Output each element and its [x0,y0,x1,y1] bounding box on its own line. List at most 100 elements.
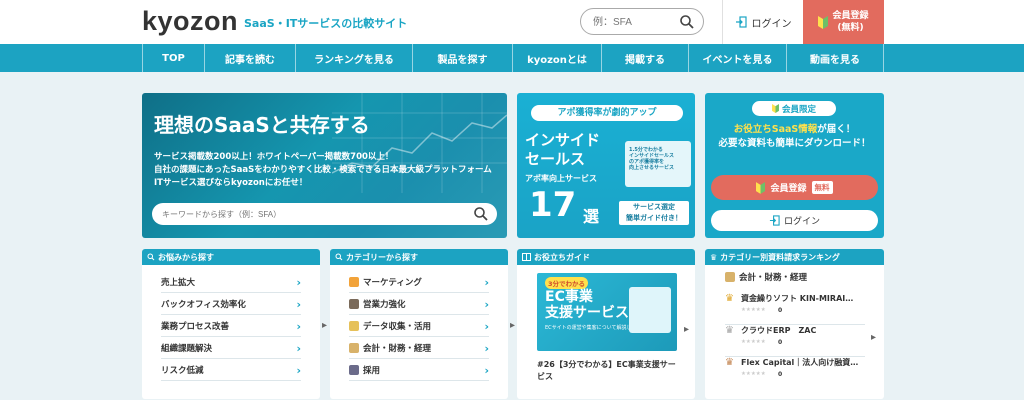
chevron-right-icon: › [484,276,489,289]
nav-item-products[interactable]: 製品を探す [413,44,513,72]
banner-main-line-2: セールス [525,150,586,168]
category-item[interactable]: マーケティング › [349,271,489,293]
hero-search-input[interactable] [162,207,462,221]
chevron-right-icon: › [296,298,301,311]
search-icon[interactable] [473,206,489,222]
header-search-box[interactable] [580,8,704,35]
problem-item[interactable]: 組織課題解決 › [161,337,301,359]
guide-card-title: お役立ちガイド [534,252,590,262]
ranking-item-name: クラウドERP ZAC [741,326,817,335]
nav-item-events[interactable]: イベントを見る [689,44,787,72]
card-next-arrow-icon[interactable]: ▸ [684,324,689,335]
chevron-right-icon: › [296,276,301,289]
free-badge: 無料 [811,181,833,194]
guide-thumbnail[interactable]: 3分でわかる EC事業 支援サービス ECサイトの運営や集客について解説します [537,273,677,351]
ranking-item[interactable]: ♛ クラウドERP ZAC ★★★★★ 0 [725,323,865,357]
card-next-arrow-icon[interactable]: ▸ [510,320,515,331]
banner-tag-line-2: 簡単ガイド付き！ [626,214,682,222]
ranking-category[interactable]: 会計・財務・経理 [725,271,807,283]
ranking-card: ♛ カテゴリー別資料請求ランキング 会計・財務・経理 ♛ 資金繰りソフト KIN… [705,249,884,399]
nav-item-articles[interactable]: 記事を読む [205,44,296,72]
ranking-item-count: 0 [778,371,783,378]
problems-card-header: お悩みから探す [142,249,320,265]
hero-search-box[interactable] [152,203,497,225]
rating-stars-icon: ★★★★★ [741,371,766,377]
category-item[interactable]: 採用 › [349,359,489,381]
chevron-right-icon: › [484,298,489,311]
header-login-button[interactable]: ログイン [724,0,802,44]
guide-thumbnail-small: ECサイトの運営や集客について解説します [545,325,642,331]
nav-item-about[interactable]: kyozonとは [513,44,602,72]
member-line-1: お役立ちSaaS情報が届く！ [705,121,884,135]
header-register-sub: (無料) [837,23,864,33]
nav-item-ranking[interactable]: ランキングを見る [296,44,413,72]
chevron-right-icon: › [484,364,489,377]
search-icon[interactable] [679,14,695,30]
category-item-label: 採用 [363,365,381,376]
banner-tag-line-1: サービス選定 [633,203,675,211]
ranking-item[interactable]: ♛ Flex Capital｜法人向け融資… ★★★★★ 0 [725,355,865,389]
category-item[interactable]: データ収集・活用 › [349,315,489,337]
guide-article-title[interactable]: #26【3分でわかる】EC事業支援サービス [537,359,682,383]
guide-thumbnail-line-2: 支援サービス [545,305,629,321]
rating-stars-icon: ★★★★★ [741,339,766,345]
banner-number: 17 [529,185,577,225]
card-next-arrow-icon[interactable]: ▸ [871,332,876,343]
login-icon [735,16,747,28]
banner-thumbnail-line-4: 向上させるサービス [629,165,675,171]
hero-banner: 理想のSaaSと共存する サービス掲載数200以上！ホワイトペーパー掲載数700… [142,93,507,238]
banner-sub-text: アポ率向上サービス [525,174,597,183]
nav-item-videos[interactable]: 動画を見る [787,44,884,72]
problem-item-label: リスク低減 [161,365,204,376]
problems-card: お悩みから探す 売上拡大 › バックオフィス効率化 › 業務プロセス改善 › 組織課題… [142,249,320,399]
marketing-icon [349,276,359,287]
problem-item-label: バックオフィス効率化 [161,299,246,310]
card-next-arrow-icon[interactable]: ▸ [322,320,327,331]
hero-title: 理想のSaaSと共存する [154,113,370,137]
hero-line-3: ITサービス選びならkyozonにお任せ！ [154,178,308,188]
main-nav: TOP 記事を読む ランキングを見る 製品を探す kyozonとは 掲載する イ… [0,44,1024,72]
data-icon [349,320,359,331]
problem-item[interactable]: バックオフィス効率化 › [161,293,301,315]
ranking-card-title: カテゴリー別資料請求ランキング [720,252,840,262]
category-item-label: 会計・財務・経理 [363,343,432,354]
chevron-right-icon: › [484,320,489,333]
gold-crown-icon: ♛ [725,293,734,304]
category-item[interactable]: 会計・財務・経理 › [349,337,489,359]
hero-line-2: 自社の課題にあったSaaSをわかりやすく比較・検索できる日本最大級プラットフォー… [154,165,492,175]
member-promo: 会員限定 お役立ちSaaS情報が届く！ 必要な資料も簡単にダウンロード！ 会員登… [705,93,884,238]
search-icon [147,253,155,261]
categories-card-title: カテゴリーから探す [346,252,418,262]
problem-item[interactable]: リスク低減 › [161,359,301,381]
nav-item-listing[interactable]: 掲載する [602,44,689,72]
nav-item-top[interactable]: TOP [143,44,205,72]
chevron-right-icon: › [296,320,301,333]
category-item[interactable]: 営業力強化 › [349,293,489,315]
banner-thumbnail-text: 1.5分でわかる インサイドセールス のアポ獲得率を 向上させるサービス [629,147,674,171]
member-register-button[interactable]: 会員登録 無料 [711,175,878,200]
problem-item[interactable]: 業務プロセス改善 › [161,315,301,337]
member-login-label: ログイン [783,217,820,227]
guide-card: お役立ちガイド 3分でわかる EC事業 支援サービス ECサイトの運営や集客につ… [517,249,695,399]
login-icon [769,215,780,226]
member-only-label: 会員限定 [781,104,816,115]
member-only-badge: 会員限定 [752,101,836,116]
inside-sales-banner[interactable]: アポ獲得率が劇的アップ インサイド セールス アポ率向上サービス 17 選 1.… [517,93,695,238]
problem-item[interactable]: 売上拡大 › [161,271,301,293]
ranking-item-name: Flex Capital｜法人向け融資… [741,358,859,367]
banner-unit: 選 [583,207,600,226]
accounting-icon [725,272,735,282]
sales-icon [349,298,359,309]
header-search-input[interactable] [593,14,677,30]
site-header: kyozon SaaS・ITサービスの比較サイト ログイン 会員登録 (無料) [0,0,1024,44]
site-logo[interactable]: kyozon [142,6,238,37]
ranking-category-label: 会計・財務・経理 [739,273,808,283]
banner-pill: アポ獲得率が劇的アップ [531,105,683,121]
category-item-label: マーケティング [363,277,422,288]
categories-card-header: カテゴリーから探す [330,249,508,265]
header-register-button[interactable]: 会員登録 (無料) [803,0,884,44]
member-login-button[interactable]: ログイン [711,210,878,231]
chevron-right-icon: › [296,364,301,377]
header-register-label: 会員登録 [832,11,869,21]
ranking-item[interactable]: ♛ 資金繰りソフト KIN-MIRAI… ★★★★★ 0 [725,291,865,325]
